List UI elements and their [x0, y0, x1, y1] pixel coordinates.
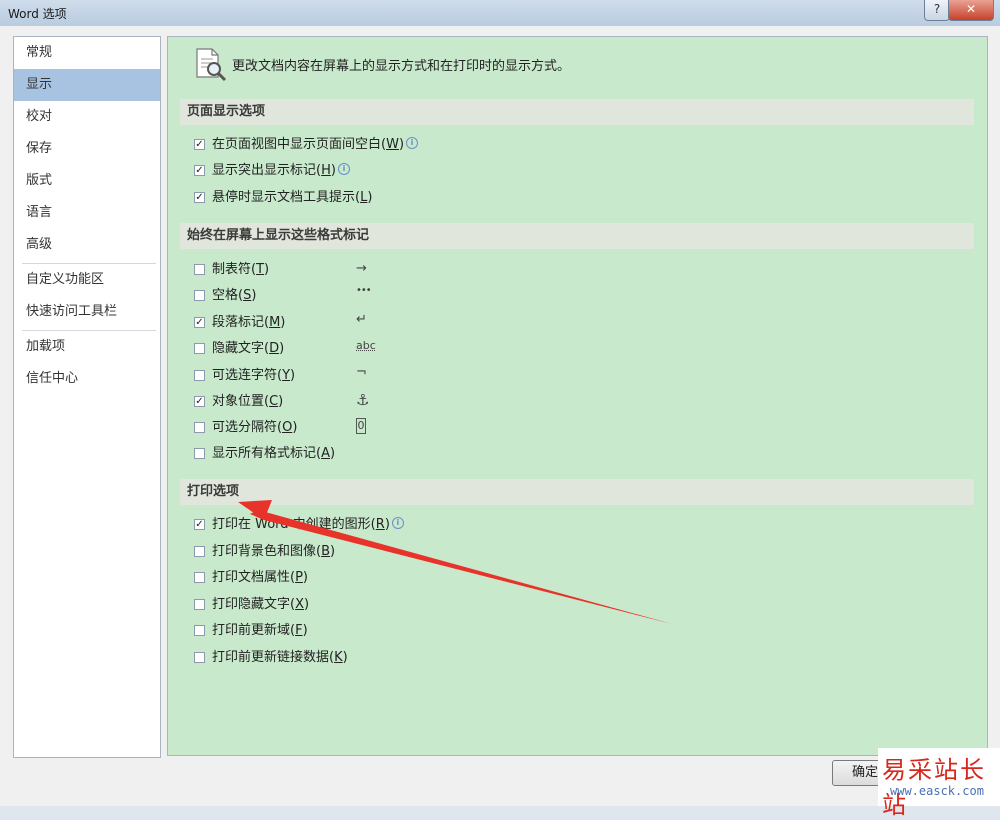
info-icon[interactable]: i [391, 517, 404, 529]
checkbox-show-tooltips[interactable]: ✓ [194, 192, 205, 203]
space-dots-icon: ••• [356, 285, 372, 296]
sidebar-item-save[interactable]: 保存 [14, 133, 160, 165]
option-label: 可选分隔符(O) [212, 420, 298, 435]
option-label: 隐藏文字(D) [212, 341, 285, 356]
hidden-text-icon: abc [356, 339, 376, 352]
watermark: 易采站长站 www.easck.com [878, 748, 1000, 819]
checkbox-optional-breaks[interactable] [194, 422, 205, 433]
sidebar-item-quick-access-toolbar[interactable]: 快速访问工具栏 [14, 296, 160, 328]
option-label: 对象位置(C) [212, 394, 284, 409]
anchor-icon: ⚓ [356, 391, 370, 409]
checkbox-paragraph-marks[interactable]: ✓ [194, 317, 205, 328]
checkbox-print-properties[interactable] [194, 572, 205, 583]
sidebar-item-typography[interactable]: 版式 [14, 165, 160, 197]
checkbox-print-hidden-text[interactable] [194, 599, 205, 610]
sidebar-item-add-ins[interactable]: 加载项 [14, 331, 160, 363]
option-label: 可选连字符(Y) [212, 368, 296, 383]
sidebar-item-language[interactable]: 语言 [14, 197, 160, 229]
option-label: 显示所有格式标记(A) [212, 446, 336, 461]
option-label: 打印在 Word 中创建的图形(R) i [212, 516, 404, 534]
option-label: 打印背景色和图像(B) [212, 544, 336, 559]
checkbox-hidden-text[interactable] [194, 343, 205, 354]
sidebar-nav: 常规 显示 校对 保存 版式 语言 高级 自定义功能区 快速访问工具栏 加载项 … [13, 36, 161, 758]
sidebar-item-proofing[interactable]: 校对 [14, 101, 160, 133]
option-label: 打印前更新链接数据(K) [212, 650, 348, 665]
paragraph-mark-icon: ↵ [356, 312, 367, 327]
option-label: 打印前更新域(F) [212, 623, 308, 638]
options-content-panel: 更改文档内容在屏幕上的显示方式和在打印时的显示方式。 页面显示选项 ✓ 在页面视… [167, 36, 988, 756]
checkbox-show-all-marks[interactable] [194, 448, 205, 459]
option-label: 段落标记(M) [212, 315, 286, 330]
section-page-display: 页面显示选项 [180, 99, 974, 125]
checkbox-object-anchors[interactable]: ✓ [194, 396, 205, 407]
tab-arrow-icon: → [356, 261, 367, 276]
checkbox-show-whitespace[interactable]: ✓ [194, 139, 205, 150]
window-title: Word 选项 [8, 7, 67, 21]
option-label: 在页面视图中显示页面间空白(W) i [212, 136, 419, 154]
checkbox-update-linked-data[interactable] [194, 652, 205, 663]
document-magnifier-icon [196, 48, 227, 82]
checkbox-optional-hyphens[interactable] [194, 370, 205, 381]
sidebar-item-customize-ribbon[interactable]: 自定义功能区 [14, 264, 160, 296]
checkbox-print-drawings[interactable]: ✓ [194, 519, 205, 530]
sidebar-item-general[interactable]: 常规 [14, 37, 160, 69]
sidebar-item-advanced[interactable]: 高级 [14, 229, 160, 261]
checkbox-show-highlighter-marks[interactable]: ✓ [194, 165, 205, 176]
sidebar-item-display[interactable]: 显示 [14, 69, 160, 101]
title-bar: Word 选项 ? ✕ [0, 0, 1000, 26]
option-label: 打印隐藏文字(X) [212, 597, 310, 612]
option-label: 制表符(T) [212, 262, 270, 277]
option-label: 空格(S) [212, 288, 257, 303]
optional-hyphen-icon: ¬ [356, 365, 367, 380]
option-label: 打印文档属性(P) [212, 570, 308, 585]
watermark-url: www.easck.com [890, 784, 984, 798]
close-button[interactable]: ✕ [948, 0, 994, 21]
section-format-marks: 始终在屏幕上显示这些格式标记 [180, 223, 974, 249]
option-label: 显示突出显示标记(H) i [212, 162, 350, 180]
panel-description: 更改文档内容在屏幕上的显示方式和在打印时的显示方式。 [232, 59, 571, 74]
info-icon[interactable]: i [406, 137, 419, 149]
checkbox-update-fields[interactable] [194, 625, 205, 636]
section-print-options: 打印选项 [180, 479, 974, 505]
checkbox-tab-characters[interactable] [194, 264, 205, 275]
help-button[interactable]: ? [924, 0, 950, 21]
checkbox-spaces[interactable] [194, 290, 205, 301]
optional-break-icon: 0 [356, 418, 366, 434]
sidebar-item-trust-center[interactable]: 信任中心 [14, 363, 160, 395]
info-icon[interactable]: i [337, 163, 350, 175]
option-label: 悬停时显示文档工具提示(L) [212, 190, 373, 205]
checkbox-print-background[interactable] [194, 546, 205, 557]
